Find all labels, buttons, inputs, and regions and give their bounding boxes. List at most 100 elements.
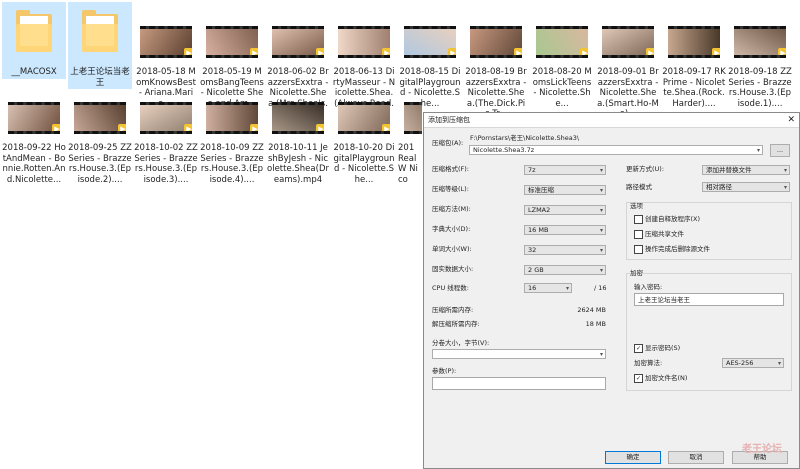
file-name: 2018-09-25 ZZSeries - Brazzers.House.3.(… — [68, 143, 132, 185]
folder-icon — [16, 10, 52, 52]
play-badge-icon: ▶ — [514, 48, 522, 55]
archive-path: F:\Pornstars\老王\Nicolette.Shea3\ — [470, 134, 580, 142]
word-select[interactable]: 32 ▾ — [524, 245, 606, 255]
params-input[interactable] — [432, 377, 606, 390]
video-item[interactable]: ▶ 2018-10-02 ZZSeries - Brazzers.House.3.… — [134, 78, 198, 186]
dict-select[interactable]: 16 MB ▾ — [524, 225, 606, 235]
chevron-down-icon: ▾ — [565, 285, 569, 292]
play-badge-icon: ▶ — [448, 48, 456, 55]
video-item[interactable]: 201 RealW Nico — [398, 78, 422, 186]
file-name: 2018-08-20 MomsLickTeens - Nicolette.She… — [532, 67, 592, 109]
play-badge-icon: ▶ — [382, 48, 390, 55]
close-icon[interactable]: ✕ — [787, 113, 795, 127]
level-select[interactable]: 标准压缩 ▾ — [524, 185, 606, 195]
chevron-down-icon: ▾ — [599, 247, 603, 254]
enc-method-label: 加密算法: — [634, 359, 663, 367]
delete-after-checkbox[interactable]: 操作完成后删除源文件 — [634, 245, 710, 254]
video-thumbnail: ▶ — [2, 78, 66, 142]
folder-item[interactable]: 上老王论坛当老王 — [68, 2, 132, 89]
video-thumbnail: ▶ — [332, 78, 396, 142]
encrypt-names-checkbox[interactable]: ✓ 加密文件名(N) — [634, 374, 687, 383]
file-name: __MACOSX — [2, 66, 66, 79]
folder-item[interactable]: __MACOSX — [2, 2, 66, 79]
solid-label: 固实数据大小: — [432, 265, 474, 273]
play-badge-icon: ▶ — [316, 48, 324, 55]
video-item[interactable]: ▶ 2018-10-09 ZZSeries - Brazzers.House.3.… — [200, 78, 264, 186]
play-badge-icon: ▶ — [52, 124, 60, 131]
video-thumbnail: ▶ — [398, 2, 462, 66]
password-input[interactable]: 上老王论坛当老王 — [634, 293, 784, 306]
mem-comp-label: 压缩所需内存: — [432, 306, 474, 314]
video-thumbnail: ▶ — [530, 2, 594, 66]
pathmode-select[interactable]: 相对路径 ▾ — [702, 182, 790, 192]
video-thumbnail: ▶ — [596, 2, 660, 66]
video-item[interactable]: ▶ 2018-09-25 ZZSeries - Brazzers.House.3.… — [68, 78, 132, 186]
video-item[interactable]: ▶ 2018-09-17 RKPrime - Nicolette.Shea.(Ro… — [662, 2, 726, 110]
solid-select[interactable]: 2 GB ▾ — [524, 265, 606, 275]
video-thumbnail: ▶ — [464, 2, 528, 66]
chevron-down-icon: ▾ — [783, 184, 787, 191]
video-item[interactable]: ▶ 2018-09-18 ZZSeries - Brazzers.House.3.… — [728, 2, 792, 110]
file-name: 2018-09-22 HotAndMean - Bonnie.Rotten.An… — [2, 143, 66, 185]
play-badge-icon: ▶ — [250, 48, 258, 55]
video-thumbnail: ▶ — [134, 2, 198, 66]
video-item[interactable]: ▶ 2018-08-20 MomsLickTeens - Nicolette.Sh… — [530, 2, 594, 110]
video-thumbnail: ▶ — [134, 78, 198, 142]
video-thumbnail: ▶ — [68, 78, 132, 142]
cpu-label: CPU 线程数: — [432, 284, 469, 292]
method-label: 压缩方法(M): — [432, 205, 471, 213]
chevron-down-icon: ▾ — [599, 187, 603, 194]
sfx-checkbox[interactable]: 创建自释放程序(X) — [634, 215, 700, 224]
video-thumbnail — [398, 78, 422, 142]
dict-label: 字典大小(D): — [432, 225, 471, 233]
update-select[interactable]: 添加并替换文件 ▾ — [702, 165, 790, 175]
dialog-titlebar: 添加到压缩包 ✕ — [424, 113, 799, 128]
browse-button[interactable]: ... — [770, 144, 790, 157]
ok-button[interactable]: 确定 — [605, 451, 661, 464]
pathmode-label: 路径模式 — [626, 183, 652, 191]
options-title: 选项 — [630, 202, 643, 210]
cpu-total: / 16 — [594, 284, 607, 292]
file-name: 2018-09-18 ZZSeries - Brazzers.House.3.(… — [728, 67, 792, 109]
video-item[interactable]: ▶ 2018-09-01 BrazzersExxtra - Nicolette.S… — [596, 2, 660, 121]
video-item[interactable]: ▶ 2018-10-11 JeshByJesh - Nicolette.Shea(… — [266, 78, 330, 186]
play-badge-icon: ▶ — [250, 124, 258, 131]
video-thumbnail: ▶ — [266, 78, 330, 142]
chevron-down-icon: ▾ — [756, 147, 760, 154]
folder-thumbnail — [2, 2, 66, 66]
video-item[interactable]: ▶ 2018-09-22 HotAndMean - Bonnie.Rotten.A… — [2, 78, 66, 186]
video-thumbnail: ▶ — [728, 2, 792, 66]
archive-label: 压缩包(A): — [432, 139, 464, 147]
folder-icon — [82, 10, 118, 52]
play-badge-icon: ▶ — [646, 48, 654, 55]
update-label: 更新方式(U): — [626, 165, 665, 173]
play-badge-icon: ▶ — [712, 48, 720, 55]
split-size-input[interactable]: ▾ — [432, 349, 606, 359]
play-badge-icon: ▶ — [316, 124, 324, 131]
file-name: 2018-09-17 RKPrime - Nicolette.Shea.(Roc… — [662, 67, 726, 109]
password-label: 输入密码: — [634, 283, 663, 291]
show-password-checkbox[interactable]: ✓ 显示密码(S) — [634, 344, 680, 353]
chevron-down-icon: ▾ — [777, 360, 781, 367]
cpu-select[interactable]: 16 ▾ — [524, 283, 572, 293]
video-item[interactable]: ▶ 2018-08-19 BrazzersExxtra - Nicolette.S… — [464, 2, 528, 121]
play-badge-icon: ▶ — [580, 48, 588, 55]
word-label: 单词大小(W): — [432, 245, 472, 253]
video-item[interactable]: ▶ 2018-10-20 DigitalPlayground - Nicolett… — [332, 78, 396, 186]
method-select[interactable]: LZMA2 ▾ — [524, 205, 606, 215]
mem-decomp-label: 解压缩所需内存: — [432, 320, 480, 328]
chevron-down-icon: ▾ — [599, 167, 603, 174]
format-select[interactable]: 7z ▾ — [524, 165, 606, 175]
video-thumbnail: ▶ — [332, 2, 396, 66]
play-badge-icon: ▶ — [184, 124, 192, 131]
mem-decomp-value: 18 MB — [585, 320, 606, 328]
cancel-button[interactable]: 取消 — [668, 451, 724, 464]
file-name: 2018-10-20 DigitalPlayground - Nicolette… — [333, 143, 395, 185]
video-thumbnail: ▶ — [200, 2, 264, 66]
archive-name-input[interactable]: Nicolette.Shea3.7z ▾ — [469, 145, 763, 155]
encryption-title: 加密 — [630, 269, 643, 277]
enc-method-select[interactable]: AES-256 ▾ — [722, 358, 784, 368]
shared-files-checkbox[interactable]: 压缩共享文件 — [634, 230, 684, 239]
chevron-down-icon: ▾ — [599, 267, 603, 274]
play-badge-icon: ▶ — [184, 48, 192, 55]
